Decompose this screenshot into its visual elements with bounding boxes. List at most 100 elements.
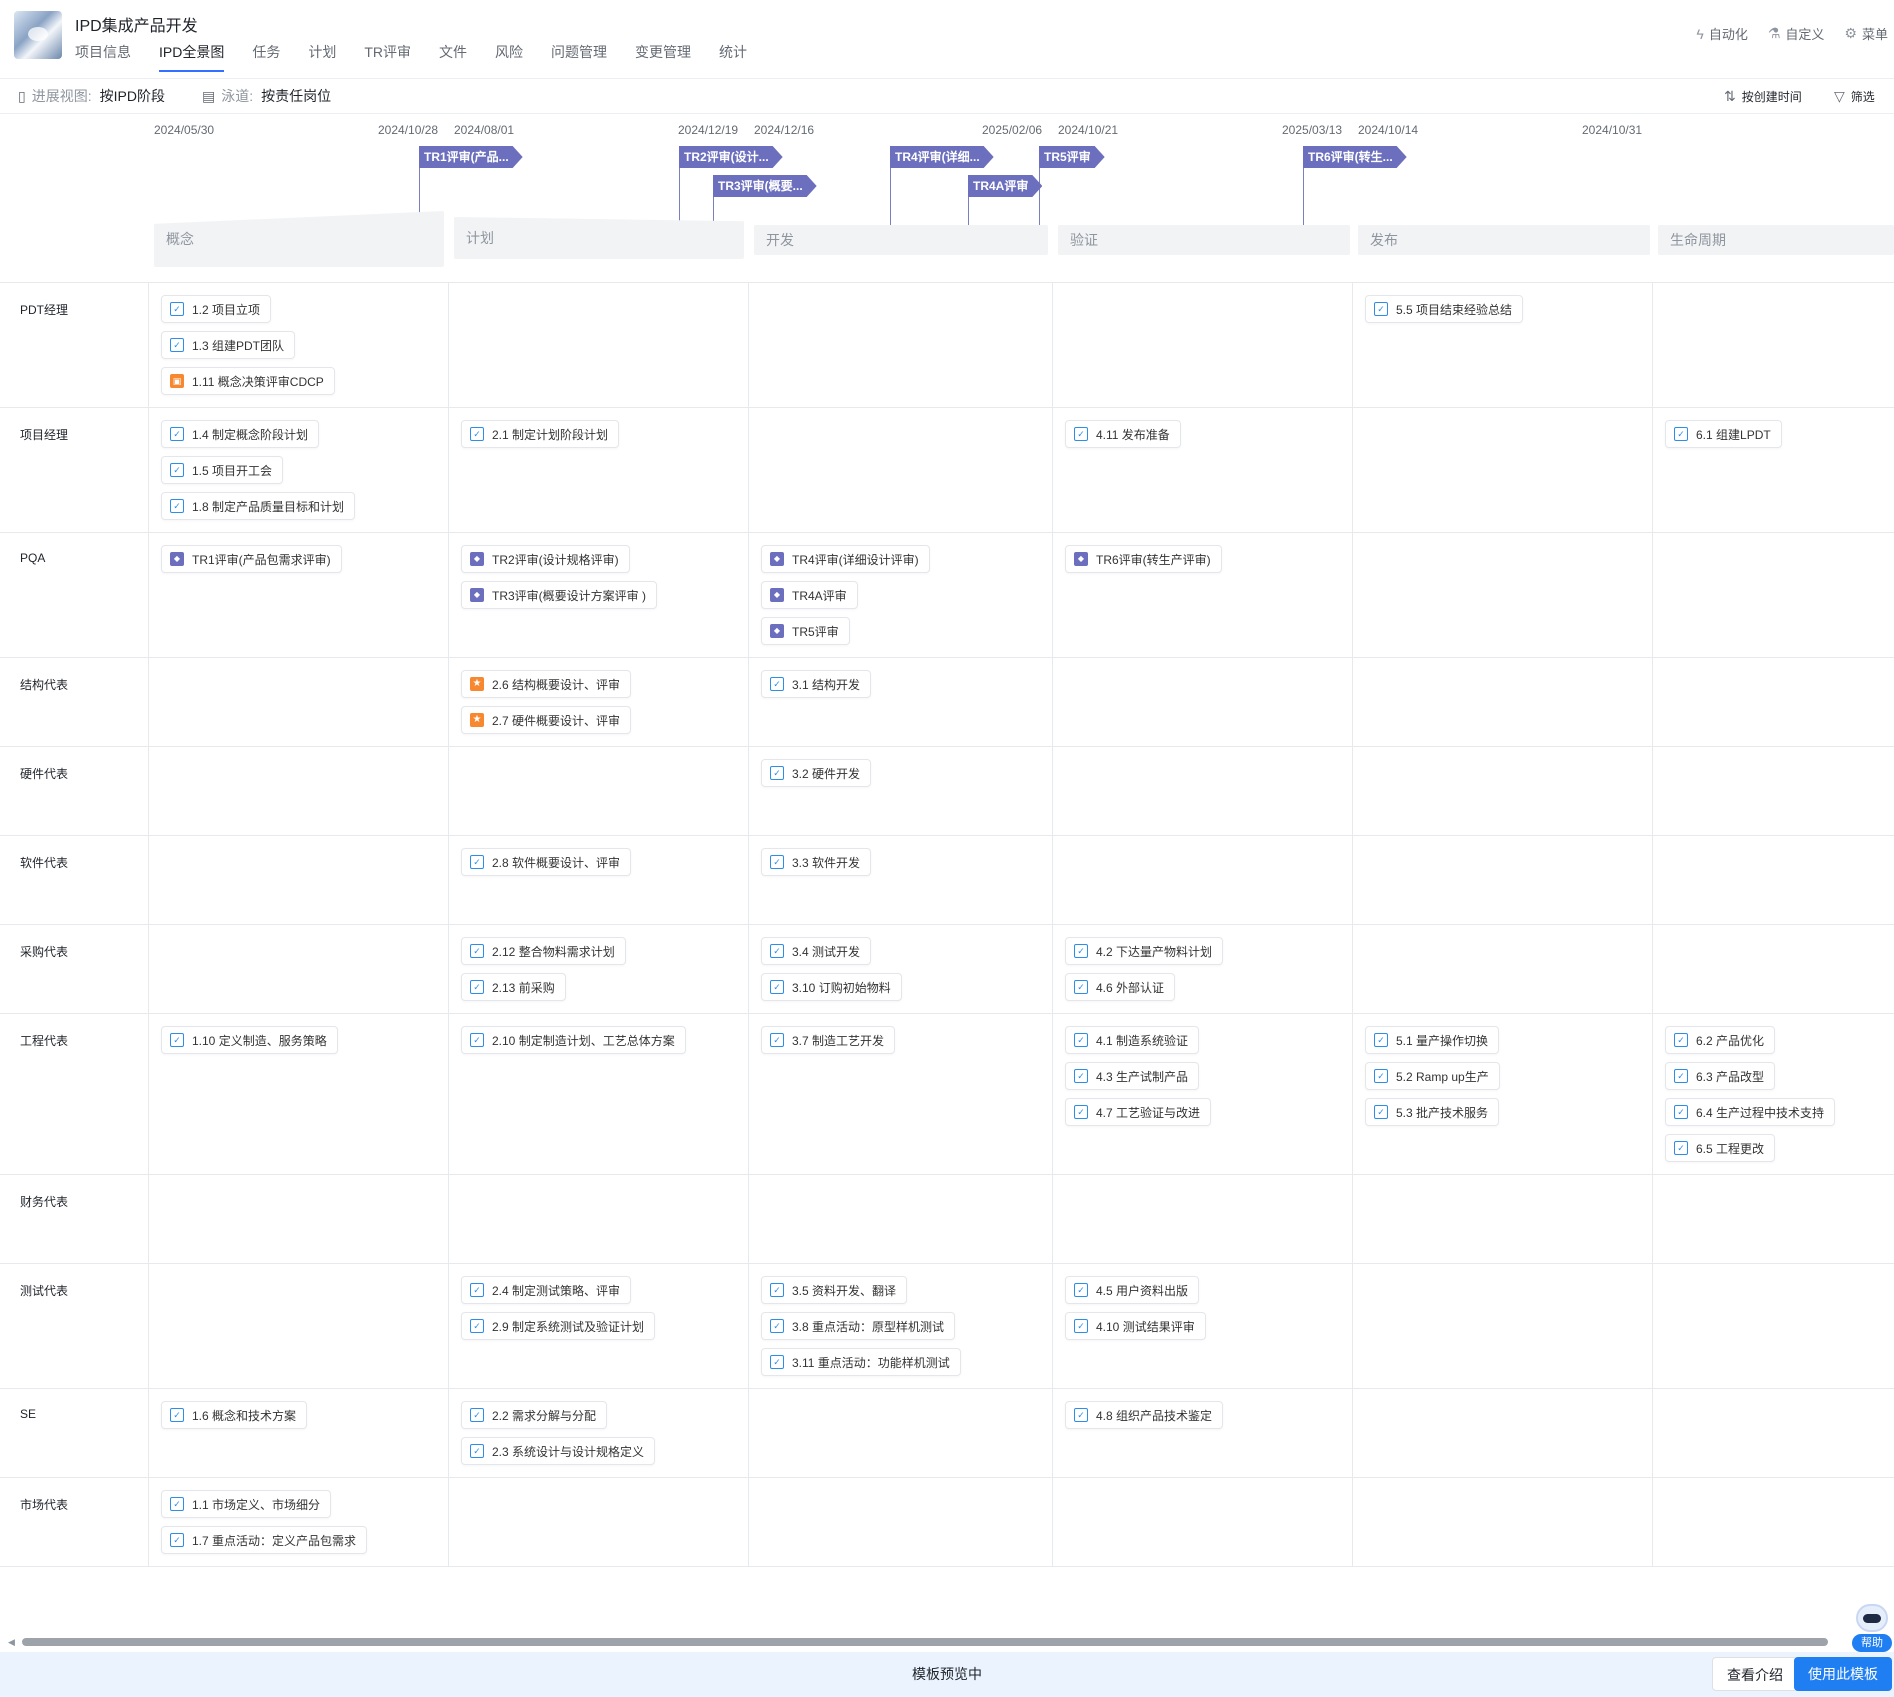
task-card[interactable]: ✓ 3.2 硬件开发 — [761, 759, 872, 787]
task-card[interactable]: ✓ 1.3 组建PDT团队 — [161, 331, 296, 359]
task-card[interactable]: ◆ TR5评审 — [761, 617, 850, 645]
task-card[interactable]: ✓ 1.6 概念和技术方案 — [161, 1401, 308, 1429]
tab-tr-review[interactable]: TR评审 — [364, 40, 411, 72]
swimlane-selector[interactable]: ▤ 泳道: 按责任岗位 — [202, 79, 331, 113]
task-card[interactable]: ✓ 3.4 测试开发 — [761, 937, 872, 965]
task-card[interactable]: ◆ TR2评审(设计规格评审) — [461, 545, 630, 573]
milestone-tr6[interactable]: TR6评审(转生... — [1303, 146, 1407, 168]
task-card[interactable]: ✓ 5.1 量产操作切换 — [1365, 1026, 1500, 1054]
help-assistant[interactable]: 帮助 — [1852, 1604, 1892, 1654]
view-intro-button[interactable]: 查看介绍 — [1712, 1657, 1798, 1691]
scroll-left-arrow-icon[interactable]: ◀ — [8, 1636, 15, 1648]
progress-view-selector[interactable]: ▯ 进展视图: 按IPD阶段 — [18, 79, 165, 113]
task-card[interactable]: ✓ 2.12 整合物料需求计划 — [461, 937, 626, 965]
task-card[interactable]: ✓ 1.2 项目立项 — [161, 295, 272, 323]
task-card[interactable]: ✓ 3.8 重点活动：原型样机测试 — [761, 1312, 956, 1340]
task-card[interactable]: ✓ 5.2 Ramp up生产 — [1365, 1062, 1500, 1090]
task-card[interactable]: ✓ 5.3 批产技术服务 — [1365, 1098, 1500, 1126]
task-card[interactable]: ✓ 3.5 资料开发、翻译 — [761, 1276, 908, 1304]
task-card[interactable]: ★ 2.6 结构概要设计、评审 — [461, 670, 632, 698]
task-card[interactable]: ✓ 2.1 制定计划阶段计划 — [461, 420, 620, 448]
task-card[interactable]: ✓ 4.8 组织产品技术鉴定 — [1065, 1401, 1224, 1429]
task-card-wrapper: ▣ 1.11 概念决策评审CDCP — [161, 367, 448, 403]
task-card-wrapper: ◆ TR4评审(详细设计评审) — [761, 545, 1052, 581]
task-card[interactable]: ✓ 4.3 生产试制产品 — [1065, 1062, 1200, 1090]
task-card[interactable]: ✓ 6.1 组建LPDT — [1665, 420, 1782, 448]
task-card[interactable]: ✓ 4.1 制造系统验证 — [1065, 1026, 1200, 1054]
tab-project-info[interactable]: 项目信息 — [75, 40, 131, 72]
task-card[interactable]: ✓ 1.10 定义制造、服务策略 — [161, 1026, 338, 1054]
use-template-button[interactable]: 使用此模板 — [1794, 1657, 1892, 1691]
task-card[interactable]: ✓ 4.10 测试结果评审 — [1065, 1312, 1206, 1340]
filter-button[interactable]: ▽ 筛选 — [1834, 79, 1875, 113]
milestone-tr2[interactable]: TR2评审(设计... — [679, 146, 783, 168]
task-card-label: 2.3 系统设计与设计规格定义 — [492, 1444, 645, 1459]
task-card[interactable]: ✓ 4.11 发布准备 — [1065, 420, 1181, 448]
task-card[interactable]: ✓ 4.6 外部认证 — [1065, 973, 1176, 1001]
milestone-tr4a[interactable]: TR4A评审 — [968, 175, 1042, 197]
task-card[interactable]: ◆ TR4评审(详细设计评审) — [761, 545, 930, 573]
task-card[interactable]: ✓ 6.4 生产过程中技术支持 — [1665, 1098, 1836, 1126]
task-card[interactable]: ✓ 6.3 产品改型 — [1665, 1062, 1776, 1090]
swimlane-cell: ✓ 1.6 概念和技术方案 — [148, 1389, 448, 1477]
task-card-wrapper: ✓ 1.4 制定概念阶段计划 — [161, 420, 448, 456]
task-card[interactable]: ✓ 3.7 制造工艺开发 — [761, 1026, 896, 1054]
task-card[interactable]: ✓ 2.2 需求分解与分配 — [461, 1401, 608, 1429]
tab-changes[interactable]: 变更管理 — [635, 40, 691, 72]
tab-risks[interactable]: 风险 — [495, 40, 523, 72]
automation-button[interactable]: ϟ 自动化 — [1696, 24, 1747, 43]
task-card[interactable]: ✓ 4.7 工艺验证与改进 — [1065, 1098, 1212, 1126]
tab-issues[interactable]: 问题管理 — [551, 40, 607, 72]
task-card[interactable]: ✓ 2.8 软件概要设计、评审 — [461, 848, 632, 876]
task-card[interactable]: ✓ 6.2 产品优化 — [1665, 1026, 1776, 1054]
swimlane-cell — [448, 1175, 748, 1263]
task-card[interactable]: ✓ 4.2 下达量产物料计划 — [1065, 937, 1224, 965]
task-card[interactable]: ✓ 1.4 制定概念阶段计划 — [161, 420, 320, 448]
customize-button[interactable]: ⚗ 自定义 — [1768, 24, 1825, 43]
menu-button[interactable]: ⚙ 菜单 — [1844, 24, 1888, 43]
task-card[interactable]: ✓ 2.3 系统设计与设计规格定义 — [461, 1437, 656, 1465]
milestone-tr4[interactable]: TR4评审(详细... — [890, 146, 994, 168]
task-card[interactable]: ◆ TR4A评审 — [761, 581, 858, 609]
tab-files[interactable]: 文件 — [439, 40, 467, 72]
milestone-tr3[interactable]: TR3评审(概要... — [713, 175, 817, 197]
milestone-tr5[interactable]: TR5评审 — [1039, 146, 1105, 168]
task-card[interactable]: ✓ 2.9 制定系统测试及验证计划 — [461, 1312, 656, 1340]
task-card[interactable]: ✓ 2.10 制定制造计划、工艺总体方案 — [461, 1026, 686, 1054]
horizontal-scrollbar[interactable]: ◀ — [8, 1636, 1888, 1648]
task-card[interactable]: ✓ 4.5 用户资料出版 — [1065, 1276, 1200, 1304]
task-card[interactable]: ✓ 1.8 制定产品质量目标和计划 — [161, 492, 356, 520]
task-card[interactable]: ✓ 3.3 软件开发 — [761, 848, 872, 876]
task-card[interactable]: ✓ 3.10 订购初始物料 — [761, 973, 902, 1001]
phase-develop: 开发 — [754, 225, 1048, 255]
task-card[interactable]: ✓ 2.4 制定测试策略、评审 — [461, 1276, 632, 1304]
task-card[interactable]: ✓ 1.1 市场定义、市场细分 — [161, 1490, 332, 1518]
swimlane-cell — [748, 408, 1052, 532]
task-card[interactable]: ◆ TR1评审(产品包需求评审) — [161, 545, 342, 573]
task-card[interactable]: ✓ 5.5 项目结束经验总结 — [1365, 295, 1524, 323]
tab-tasks[interactable]: 任务 — [252, 40, 280, 72]
task-card-wrapper: ✓ 3.8 重点活动：原型样机测试 — [761, 1312, 1052, 1348]
task-card[interactable]: ✓ 6.5 工程更改 — [1665, 1134, 1776, 1162]
task-card[interactable]: ★ 2.7 硬件概要设计、评审 — [461, 706, 632, 734]
scrollbar-thumb[interactable] — [22, 1638, 1828, 1646]
task-card[interactable]: ✓ 3.1 结构开发 — [761, 670, 872, 698]
tab-stats[interactable]: 统计 — [719, 40, 747, 72]
task-card[interactable]: ◆ TR6评审(转生产评审) — [1065, 545, 1222, 573]
task-card[interactable]: ✓ 1.7 重点活动：定义产品包需求 — [161, 1526, 368, 1554]
task-card-wrapper: ✓ 2.10 制定制造计划、工艺总体方案 — [461, 1026, 748, 1062]
tab-plan[interactable]: 计划 — [308, 40, 336, 72]
tab-ipd-overview[interactable]: IPD全景图 — [159, 40, 225, 72]
task-checkbox-icon: ✓ — [170, 1533, 184, 1547]
task-card[interactable]: ✓ 2.13 前采购 — [461, 973, 566, 1001]
task-checkbox-icon: ✓ — [770, 1283, 784, 1297]
task-card[interactable]: ◆ TR3评审(概要设计方案评审 ) — [461, 581, 657, 609]
task-card[interactable]: ▣ 1.11 概念决策评审CDCP — [161, 367, 335, 395]
task-card[interactable]: ✓ 3.11 重点活动：功能样机测试 — [761, 1348, 961, 1376]
task-card-label: 2.9 制定系统测试及验证计划 — [492, 1319, 645, 1334]
sort-button[interactable]: ⇅ 按创建时间 — [1724, 79, 1802, 113]
milestone-tr1[interactable]: TR1评审(产品... — [419, 146, 523, 168]
swimlane-cell: ✓ 6.2 产品优化 ✓ 6.3 产品改型 ✓ 6.4 生产过程中技术支持 ✓ 6.5 工程更… — [1652, 1014, 1894, 1174]
task-card[interactable]: ✓ 1.5 项目开工会 — [161, 456, 284, 484]
task-card-wrapper: ✓ 1.1 市场定义、市场细分 — [161, 1490, 448, 1526]
